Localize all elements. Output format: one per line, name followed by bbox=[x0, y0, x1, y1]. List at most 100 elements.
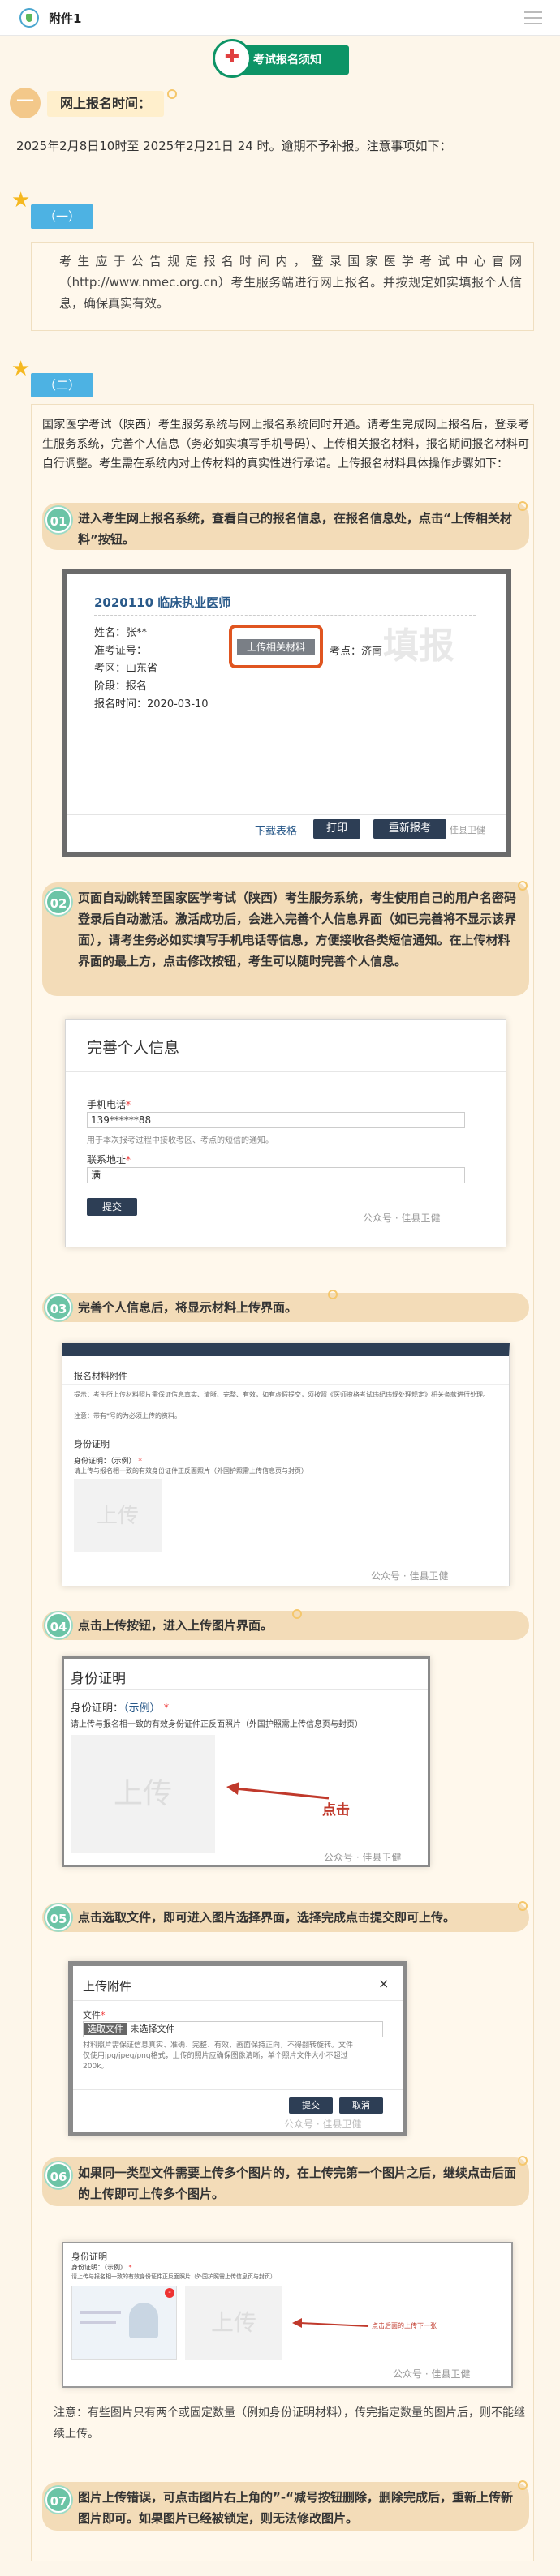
decor-dot-icon bbox=[518, 881, 528, 891]
file-label: 文件* bbox=[83, 2010, 106, 2020]
area-value: 山东省 bbox=[126, 663, 158, 675]
arrow-icon bbox=[292, 2318, 369, 2328]
watermark: 公众号 · 佳县卫健 bbox=[284, 2119, 362, 2130]
file-input[interactable]: 选取文件 未选择文件 bbox=[83, 2021, 383, 2037]
section1-box: 考生应于公告规定报名时间内，登录国家医学考试中心官网（http://www.nm… bbox=[31, 242, 534, 331]
upload-placeholder[interactable]: 上传 bbox=[74, 1479, 162, 1552]
print-button[interactable]: 打印 bbox=[313, 819, 360, 839]
star-icon: ★ bbox=[11, 357, 31, 381]
medical-cross-icon: ✚ bbox=[213, 39, 252, 78]
remove-icon[interactable]: - bbox=[165, 2288, 174, 2298]
submit-button[interactable]: 提交 bbox=[87, 1198, 137, 1216]
watermark: 公众号 · 佳县卫健 bbox=[324, 1852, 402, 1863]
cancel-button[interactable]: 取消 bbox=[339, 2097, 383, 2114]
uploaded-id-card-image: - bbox=[71, 2286, 177, 2360]
menu-icon[interactable] bbox=[524, 11, 542, 24]
banner-title: 考试报名须知 bbox=[253, 54, 321, 67]
time-label: 报名时间： bbox=[94, 698, 148, 711]
area-label: 考区： bbox=[94, 663, 127, 675]
phone-label: 手机电话* bbox=[87, 1099, 131, 1110]
next-upload-hint: 点击后面的上传下一张 bbox=[372, 2322, 437, 2329]
kaodian-value: 济南 bbox=[361, 646, 383, 658]
upload-button[interactable]: 上传 bbox=[71, 1735, 215, 1853]
arrow-icon bbox=[226, 1782, 330, 1800]
step-number: 04 bbox=[45, 1612, 71, 1638]
watermark: 公众号 · 佳县卫健 bbox=[371, 1570, 449, 1582]
stamp-text: 填报 bbox=[383, 625, 454, 667]
stage-label: 阶段： bbox=[94, 680, 127, 693]
id-label: 身份证明：（示例） * bbox=[71, 2264, 132, 2271]
upload-materials-button[interactable]: 上传相关材料 bbox=[237, 639, 315, 655]
step-number: 03 bbox=[45, 1294, 71, 1320]
screenshot-materials: 报名材料附件 提示：考生所上传材料照片需保证信息真实、清晰、完整、有效，如有虚假… bbox=[62, 1343, 510, 1586]
upload-requirements: 材料照片需保证信息真实、准确、完整、有效，画面保持正向，不得翻转旋转。文件仅使用… bbox=[83, 2041, 354, 2071]
watermark: 公众号 · 佳县卫健 bbox=[393, 2368, 471, 2380]
choose-file-button[interactable]: 选取文件 bbox=[84, 2023, 127, 2035]
screenshot-upload-dialog: 上传附件 × 文件* 选取文件 未选择文件 材料照片需保证信息真实、准确、完整、… bbox=[68, 1961, 407, 2136]
screenshot-personal-info: 完善个人信息 手机电话* 139******88 用于本次报考过程中接收考区、考… bbox=[65, 1019, 506, 1247]
no-file-text: 未选择文件 bbox=[130, 2024, 175, 2034]
step-text: 图片上传错误，可点击图片右上角的”-“减号按钮删除，删除完成后，重新上传新图片即… bbox=[78, 2490, 513, 2526]
decor-dot-icon bbox=[292, 1609, 302, 1619]
id-desc: 请上传与报名相一致的有效身份证件正反面照片（外国护照需上传信息页与封页） bbox=[71, 2273, 276, 2280]
section1-tag: （一） bbox=[31, 204, 94, 229]
id-label: 准考证号： bbox=[94, 645, 148, 657]
phone-input[interactable]: 139******88 bbox=[87, 1112, 465, 1128]
decor-dot-icon bbox=[518, 1901, 528, 1911]
materials-hint: 提示：考生所上传材料照片需保证信息真实、清晰、完整、有效，如有虚假提交，须按照《… bbox=[74, 1391, 489, 1398]
close-icon[interactable]: × bbox=[378, 1976, 389, 1991]
decor-dot-icon bbox=[518, 2156, 528, 2166]
notice-banner: ✚ 考试报名须知 bbox=[213, 39, 349, 78]
materials-section-title: 报名材料附件 bbox=[74, 1371, 127, 1381]
screenshot-id-upload: 身份证明 身份证明：（示例） * 请上传与报名相一致的有效身份证件正反面照片（外… bbox=[62, 1656, 430, 1867]
id-label: 身份证明：（示例） * bbox=[71, 1702, 170, 1715]
id-section-title: 身份证明 bbox=[71, 2252, 107, 2262]
dialog-title: 上传附件 bbox=[83, 1979, 132, 1994]
form-title: 完善个人信息 bbox=[87, 1039, 180, 1057]
id-label: 身份证明：（示例） * bbox=[74, 1458, 142, 1466]
online-time-text: 2025年2月8日10时至 2025年2月21日 24 时。逾期不予补报。注意事… bbox=[16, 139, 452, 153]
example-link[interactable]: （示例） bbox=[123, 1702, 161, 1715]
decor-dot-icon bbox=[167, 89, 177, 99]
upload-button[interactable]: 上传 bbox=[185, 2286, 282, 2360]
step-number: 05 bbox=[45, 1904, 71, 1930]
star-icon: ★ bbox=[11, 188, 31, 213]
step-text: 如果同一类型文件需要上传多个图片的，在上传完第一个图片之后，继续点击后面的上传即… bbox=[78, 2166, 517, 2201]
step-number: 01 bbox=[45, 507, 71, 533]
section2-tag: （二） bbox=[31, 373, 94, 397]
id-title: 身份证明 bbox=[74, 1439, 110, 1449]
phone-hint: 用于本次报考过程中接收考区、考点的短信的通知。 bbox=[87, 1136, 274, 1145]
screenshot-multi-upload: 身份证明 身份证明：（示例） * 请上传与报名相一致的有效身份证件正反面照片（外… bbox=[62, 2242, 513, 2388]
step6-note: 注意：有些图片只有两个或固定数量（例如身份证明材料），传完指定数量的图片后，则不… bbox=[54, 2406, 525, 2441]
section1-text: 考生应于公告规定报名时间内，登录国家医学考试中心官网（http://www.nm… bbox=[59, 254, 522, 311]
section2-text: 国家医学考试（陕西）考生服务系统与网上报名系统同时开通。请考生完成网上报名后，登… bbox=[42, 419, 529, 470]
page-title: 附件1 bbox=[49, 11, 82, 26]
id-desc: 请上传与报名相一致的有效身份证件正反面照片（外国护照需上传信息页与封页） bbox=[74, 1467, 308, 1475]
step-number: 02 bbox=[45, 889, 71, 915]
decor-dot-icon bbox=[328, 1290, 338, 1299]
id-desc: 请上传与报名相一致的有效身份证件正反面照片（外国护照需上传信息页与封页） bbox=[71, 1720, 363, 1729]
online-time-label: 网上报名时间： bbox=[47, 91, 165, 117]
step-number: 07 bbox=[45, 2487, 71, 2513]
step-text: 页面自动跳转至国家医学考试（陕西）考生服务系统，考生使用自己的用户名密码登录后自… bbox=[78, 891, 517, 968]
app-header: 附件1 bbox=[0, 0, 560, 36]
step-text: 进入考生网上报名系统，查看自己的报名信息，在报名信息处，点击“上传相关材料”按钮… bbox=[78, 511, 512, 547]
decor-dot-icon bbox=[518, 501, 528, 511]
reapply-button[interactable]: 重新报考 bbox=[373, 819, 446, 839]
address-label: 联系地址* bbox=[87, 1154, 131, 1166]
kaodian-label: 考点： bbox=[330, 646, 362, 658]
stage-value: 报名 bbox=[126, 680, 148, 693]
screenshot-registration-info: 2020110 临床执业医师 姓名：张** 准考证号： 考区：山东省 阶段：报名… bbox=[62, 569, 511, 857]
section-bullet-icon: 一 bbox=[10, 88, 41, 118]
id-section-title: 身份证明 bbox=[71, 1671, 126, 1687]
step-text: 点击选取文件，即可进入图片选择界面，选择完成点击提交即可上传。 bbox=[78, 1910, 456, 1925]
watermark: 公众号 · 佳县卫健 bbox=[363, 1213, 441, 1224]
watermark: 佳县卫健 bbox=[450, 825, 485, 835]
step-text: 完善个人信息后，将显示材料上传界面。 bbox=[78, 1300, 298, 1315]
submit-button[interactable]: 提交 bbox=[289, 2097, 333, 2114]
name-label: 姓名： bbox=[94, 627, 127, 639]
exam-title: 2020110 临床执业医师 bbox=[94, 595, 231, 610]
materials-hint2: 注意：带有*号的为必须上传的资料。 bbox=[74, 1412, 181, 1419]
address-input[interactable]: 满 bbox=[87, 1167, 465, 1183]
download-link[interactable]: 下载表格 bbox=[255, 822, 297, 838]
